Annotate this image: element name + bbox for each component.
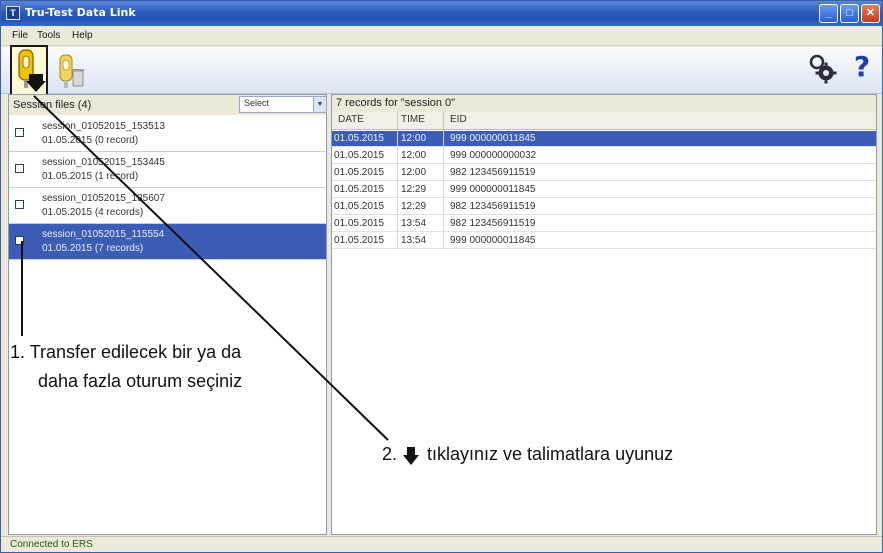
cell-eid: 982 123456911519 xyxy=(450,218,536,229)
cell-divider xyxy=(397,148,398,164)
session-meta: 01.05.2015 (4 records) xyxy=(42,207,144,218)
session-checkbox[interactable] xyxy=(15,164,24,173)
cell-eid: 999 000000011845 xyxy=(450,184,536,195)
cell-divider xyxy=(443,131,444,147)
cell-time: 13:54 xyxy=(401,235,427,246)
menu-bar: File Tools Help xyxy=(1,26,882,46)
cell-divider xyxy=(397,165,398,181)
cell-eid: 999 000000000032 xyxy=(450,150,537,161)
table-row[interactable]: 01.05.2015 13:54 982 123456911519 xyxy=(332,216,876,232)
session-row[interactable]: session_01052015_153513 01.05.2015 (0 re… xyxy=(9,116,326,152)
session-meta: 01.05.2015 (0 record) xyxy=(42,135,139,146)
table-row[interactable]: 01.05.2015 12:00 999 000000011845 xyxy=(332,131,876,147)
column-divider[interactable] xyxy=(397,112,398,130)
cell-divider xyxy=(443,182,444,198)
session-name: session_01052015_115554 xyxy=(42,229,165,240)
minimize-button[interactable]: _ xyxy=(819,4,838,23)
cell-time: 12:29 xyxy=(401,184,427,195)
close-button[interactable]: ✕ xyxy=(861,4,880,23)
column-divider[interactable] xyxy=(443,112,444,130)
help-button[interactable]: ? xyxy=(850,48,874,86)
select-dropdown[interactable]: Select ▼ xyxy=(239,96,327,113)
annotation-step1-line2: daha fazla oturum seçiniz xyxy=(38,371,243,391)
chevron-down-icon[interactable]: ▼ xyxy=(313,97,326,112)
session-name: session_01052015_135607 xyxy=(42,193,165,204)
annotation-step1-line1: 1. Transfer edilecek bir ya da xyxy=(10,342,242,362)
connection-status: Connected to ERS xyxy=(10,539,93,550)
cell-divider xyxy=(443,165,444,181)
window-title: Tru-Test Data Link xyxy=(25,6,136,19)
session-files-panel: Session files (4) Select ▼ session_01052… xyxy=(8,94,327,535)
cell-divider xyxy=(443,216,444,232)
cell-time: 12:00 xyxy=(401,167,427,178)
down-arrow-icon xyxy=(403,447,419,465)
session-checkbox[interactable] xyxy=(15,128,24,137)
cell-date: 01.05.2015 xyxy=(334,150,385,161)
menu-help[interactable]: Help xyxy=(72,30,93,41)
session-meta: 01.05.2015 (1 record) xyxy=(42,171,139,182)
session-files-title: Session files (4) xyxy=(13,99,92,111)
toolbar xyxy=(1,47,882,94)
transfer-button[interactable] xyxy=(10,45,48,97)
status-bar: Connected to ERS xyxy=(1,536,882,552)
records-header: 7 records for "session 0" xyxy=(332,95,876,112)
cell-time: 12:29 xyxy=(401,201,427,212)
annotation-step2-number: 2. xyxy=(382,444,398,464)
session-name: session_01052015_153445 xyxy=(42,157,165,168)
menu-tools[interactable]: Tools xyxy=(37,30,60,41)
cell-eid: 982 123456911519 xyxy=(450,201,536,212)
session-name: session_01052015_153513 xyxy=(42,121,165,132)
app-logo-icon: T xyxy=(6,6,20,20)
annotation-step2-text: tıklayınız ve talimatlara uyunuz xyxy=(427,444,674,464)
session-meta: 01.05.2015 (7 records) xyxy=(42,243,144,254)
cell-time: 12:00 xyxy=(401,133,427,144)
cell-divider xyxy=(443,199,444,215)
cell-divider xyxy=(397,233,398,249)
cell-eid: 982 123456911519 xyxy=(450,167,536,178)
delete-session-button[interactable] xyxy=(56,53,86,91)
delete-session-icon xyxy=(59,54,84,88)
app-window: T Tru-Test Data Link _ □ ✕ File Tools He… xyxy=(0,0,883,553)
session-row[interactable]: session_01052015_135607 01.05.2015 (4 re… xyxy=(9,188,326,224)
select-dropdown-value: Select xyxy=(244,98,270,108)
settings-button[interactable] xyxy=(808,53,838,85)
cell-date: 01.05.2015 xyxy=(334,184,385,195)
table-row[interactable]: 01.05.2015 12:29 982 123456911519 xyxy=(332,199,876,215)
cell-date: 01.05.2015 xyxy=(334,201,385,212)
column-header-eid[interactable]: EID xyxy=(450,114,467,125)
transfer-to-computer-icon xyxy=(18,49,46,92)
table-row[interactable]: 01.05.2015 13:54 999 000000011845 xyxy=(332,233,876,249)
cell-date: 01.05.2015 xyxy=(334,133,385,144)
session-row[interactable]: session_01052015_153445 01.05.2015 (1 re… xyxy=(9,152,326,188)
session-checkbox[interactable] xyxy=(15,200,24,209)
table-row[interactable]: 01.05.2015 12:00 999 000000000032 xyxy=(332,148,876,164)
records-title: 7 records for "session 0" xyxy=(336,97,456,109)
cell-eid: 999 000000011845 xyxy=(450,235,536,246)
cell-time: 13:54 xyxy=(401,218,427,229)
table-row[interactable]: 01.05.2015 12:00 982 123456911519 xyxy=(332,165,876,181)
cell-time: 12:00 xyxy=(401,150,427,161)
cell-divider xyxy=(397,131,398,147)
records-table-header: DATE TIME EID xyxy=(332,112,876,130)
session-checkbox[interactable] xyxy=(15,236,24,245)
cell-divider xyxy=(397,199,398,215)
cell-divider xyxy=(397,216,398,232)
session-files-header: Session files (4) Select ▼ xyxy=(9,95,327,115)
cell-date: 01.05.2015 xyxy=(334,167,385,178)
settings-icon xyxy=(809,54,837,84)
title-bar[interactable]: T Tru-Test Data Link _ □ ✕ xyxy=(1,1,882,26)
cell-divider xyxy=(443,148,444,164)
cell-date: 01.05.2015 xyxy=(334,235,385,246)
table-row[interactable]: 01.05.2015 12:29 999 000000011845 xyxy=(332,182,876,198)
menu-file[interactable]: File xyxy=(12,30,28,41)
cell-divider xyxy=(443,233,444,249)
records-panel: 7 records for "session 0" DATE TIME EID … xyxy=(331,94,877,535)
cell-date: 01.05.2015 xyxy=(334,218,385,229)
cell-divider xyxy=(397,182,398,198)
cell-eid: 999 000000011845 xyxy=(450,133,536,144)
column-header-time[interactable]: TIME xyxy=(401,114,425,125)
column-header-date[interactable]: DATE xyxy=(338,114,364,125)
maximize-button[interactable]: □ xyxy=(840,4,859,23)
session-row[interactable]: session_01052015_115554 01.05.2015 (7 re… xyxy=(9,224,326,260)
